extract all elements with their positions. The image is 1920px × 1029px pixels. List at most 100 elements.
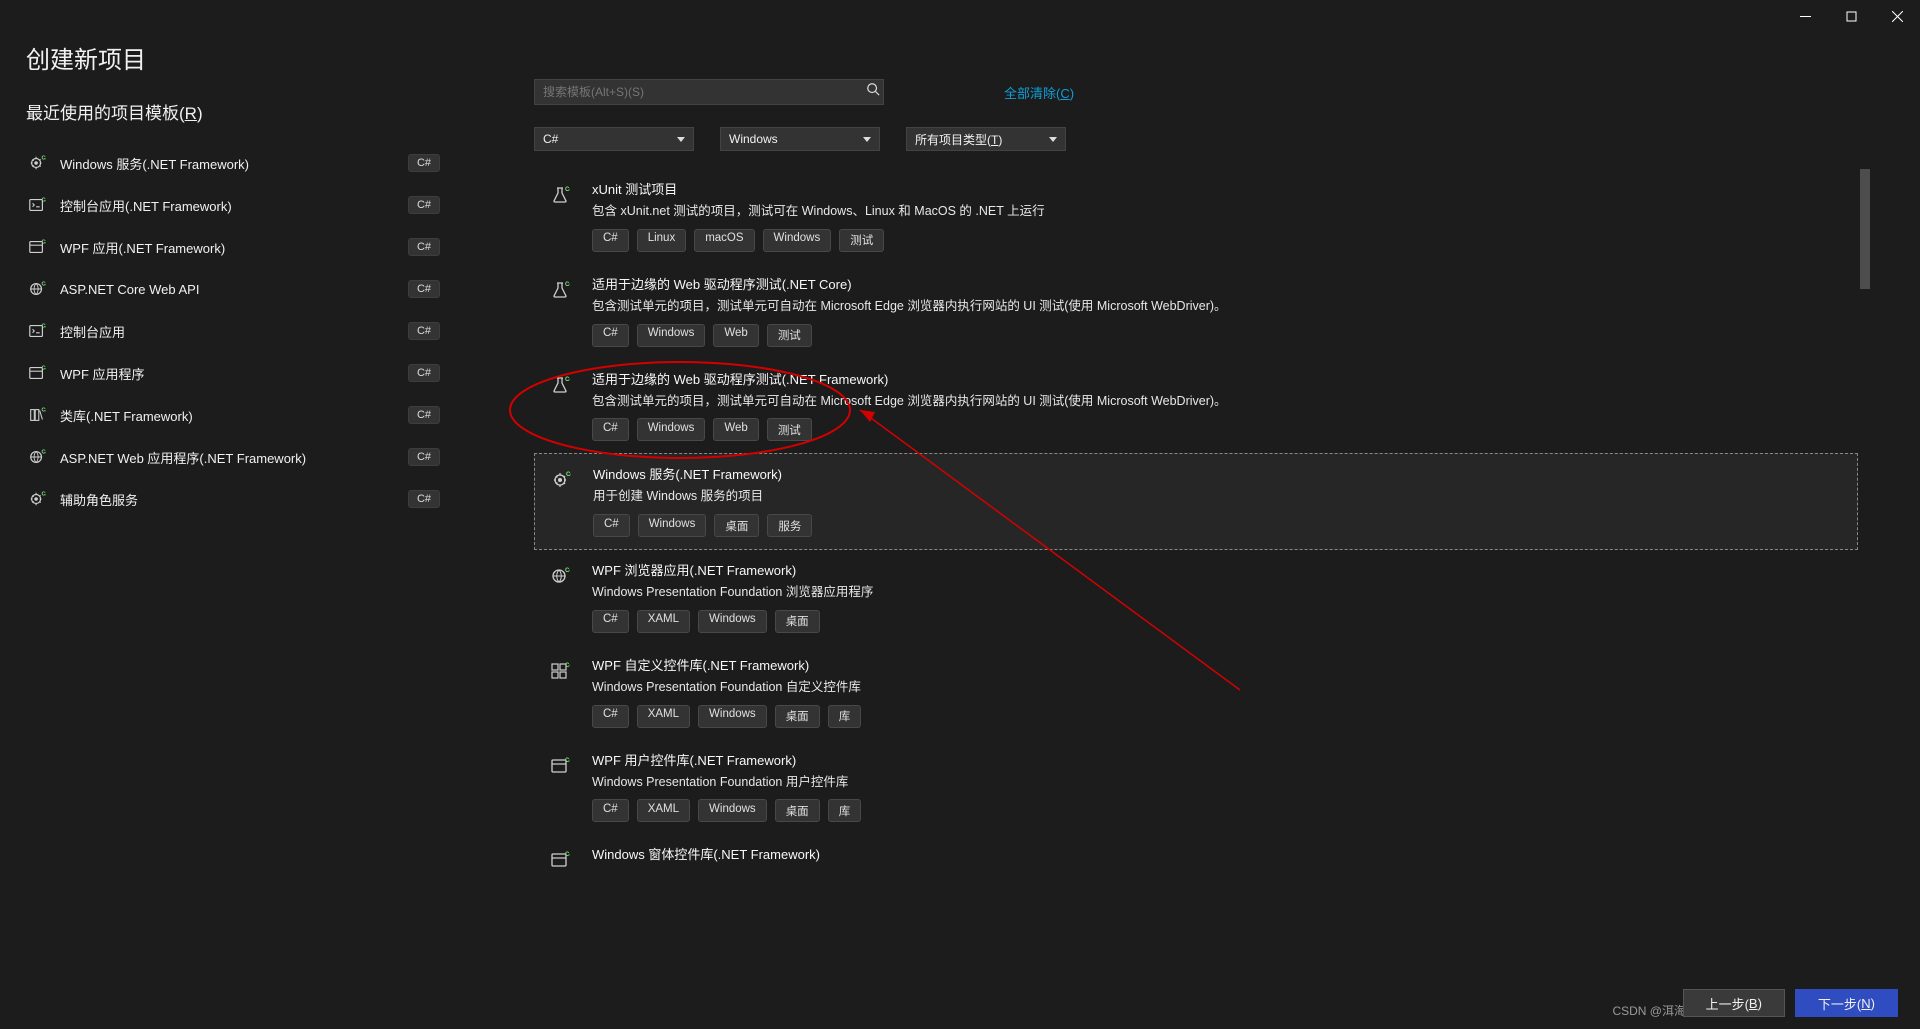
- window-icon: C#: [546, 846, 574, 874]
- tag: Windows: [698, 705, 767, 728]
- svg-text:C#: C#: [565, 187, 570, 193]
- tag: 测试: [767, 418, 812, 441]
- template-desc: 用于创建 Windows 服务的项目: [593, 487, 1845, 506]
- recent-item[interactable]: C#控制台应用(.NET Framework)C#: [26, 184, 444, 226]
- clear-all-link[interactable]: 全部清除(C): [1004, 83, 1074, 102]
- beaker-icon: C#: [546, 371, 574, 399]
- svg-text:C#: C#: [565, 758, 570, 764]
- svg-text:C#: C#: [42, 197, 47, 203]
- template-desc: Windows Presentation Foundation 自定义控件库: [592, 678, 1846, 697]
- tag: 桌面: [714, 514, 759, 537]
- tag: C#: [592, 610, 629, 633]
- recent-item[interactable]: C#辅助角色服务C#: [26, 478, 444, 520]
- tag: Windows: [698, 799, 767, 822]
- recent-item[interactable]: C#ASP.NET Core Web APIC#: [26, 268, 444, 310]
- lang-badge: C#: [408, 238, 440, 256]
- template-desc: 包含 xUnit.net 测试的项目，测试可在 Windows、Linux 和 …: [592, 202, 1846, 221]
- template-item[interactable]: C# Windows 服务(.NET Framework) 用于创建 Windows…: [534, 453, 1858, 550]
- svg-text:C#: C#: [42, 281, 47, 287]
- recent-item[interactable]: C#控制台应用C#: [26, 310, 444, 352]
- recent-item[interactable]: C#ASP.NET Web 应用程序(.NET Framework)C#: [26, 436, 444, 478]
- tag: Windows: [638, 514, 707, 537]
- globe-icon: C#: [26, 446, 48, 468]
- template-title: Windows 服务(.NET Framework): [593, 464, 1845, 483]
- filter-dropdown[interactable]: C#: [534, 127, 694, 151]
- filter-dropdown[interactable]: 所有项目类型(T): [906, 127, 1066, 151]
- search-input[interactable]: [534, 79, 884, 105]
- tag: 桌面: [775, 799, 820, 822]
- template-title: 适用于边缘的 Web 驱动程序测试(.NET Framework): [592, 369, 1846, 388]
- template-title: Windows 窗体控件库(.NET Framework): [592, 844, 1846, 863]
- recent-item[interactable]: C#类库(.NET Framework)C#: [26, 394, 444, 436]
- filter-dropdown[interactable]: Windows: [720, 127, 880, 151]
- recent-item-label: 辅助角色服务: [60, 490, 138, 509]
- svg-text:C#: C#: [566, 472, 571, 478]
- template-item[interactable]: C# 适用于边缘的 Web 驱动程序测试(.NET Framework) 包含测试单…: [534, 359, 1858, 454]
- lang-badge: C#: [408, 154, 440, 172]
- lang-badge: C#: [408, 448, 440, 466]
- scrollbar-thumb[interactable]: [1860, 169, 1870, 289]
- tag: Windows: [763, 229, 832, 252]
- template-desc: 包含测试单元的项目，测试单元可自动在 Microsoft Edge 浏览器内执行…: [592, 297, 1846, 316]
- recent-item-label: Windows 服务(.NET Framework): [60, 154, 249, 173]
- recent-item-label: 类库(.NET Framework): [60, 406, 193, 425]
- back-button[interactable]: 上一步(B): [1683, 989, 1785, 1017]
- console-icon: C#: [26, 194, 48, 216]
- close-button[interactable]: [1874, 0, 1920, 32]
- template-item[interactable]: C# 适用于边缘的 Web 驱动程序测试(.NET Core) 包含测试单元的项目，…: [534, 264, 1858, 359]
- tag: Web: [713, 418, 758, 441]
- template-item[interactable]: C#WPF 浏览器应用(.NET Framework)Windows Prese…: [534, 550, 1858, 645]
- controls-icon: C#: [546, 657, 574, 685]
- template-item[interactable]: C# Windows 窗体控件库(.NET Framework): [534, 834, 1858, 886]
- tag: C#: [592, 799, 629, 822]
- gear-icon: C#: [26, 488, 48, 510]
- tag: C#: [592, 705, 629, 728]
- minimize-button[interactable]: [1782, 0, 1828, 32]
- recent-item-label: WPF 应用程序: [60, 364, 145, 383]
- tag: Linux: [637, 229, 687, 252]
- svg-text:C#: C#: [565, 852, 570, 858]
- beaker-icon: C#: [546, 276, 574, 304]
- tag: C#: [592, 324, 629, 347]
- tag: C#: [593, 514, 630, 537]
- tag: Windows: [698, 610, 767, 633]
- maximize-button[interactable]: [1828, 0, 1874, 32]
- next-button[interactable]: 下一步(N): [1795, 989, 1898, 1017]
- template-item[interactable]: C# WPF 用户控件库(.NET Framework) Windows Prese…: [534, 740, 1858, 835]
- lang-badge: C#: [408, 406, 440, 424]
- tag: XAML: [637, 799, 690, 822]
- svg-text:C#: C#: [42, 239, 47, 245]
- template-desc: Windows Presentation Foundation 用户控件库: [592, 773, 1846, 792]
- tag: 桌面: [775, 610, 820, 633]
- svg-text:C#: C#: [565, 282, 570, 288]
- recent-item-label: WPF 应用(.NET Framework): [60, 238, 225, 257]
- tag: C#: [592, 229, 629, 252]
- chevron-down-icon: [677, 137, 685, 142]
- svg-text:C#: C#: [42, 155, 47, 161]
- recent-item[interactable]: C# WPF 应用(.NET Framework) C#: [26, 226, 444, 268]
- search-icon[interactable]: [866, 82, 880, 101]
- chevron-down-icon: [1049, 137, 1057, 142]
- window-icon: C#: [26, 362, 48, 384]
- tag: 测试: [767, 324, 812, 347]
- template-title: WPF 用户控件库(.NET Framework): [592, 750, 1846, 769]
- filter-label: C#: [543, 132, 558, 146]
- svg-text:C#: C#: [42, 449, 47, 455]
- tag: C#: [592, 418, 629, 441]
- beaker-icon: C#: [546, 181, 574, 209]
- svg-text:C#: C#: [42, 323, 47, 329]
- tag: Windows: [637, 418, 706, 441]
- scrollbar[interactable]: [1858, 169, 1872, 789]
- template-item[interactable]: C# xUnit 测试项目包含 xUnit.net 测试的项目，测试可在 Wind…: [534, 169, 1858, 264]
- template-item[interactable]: C#WPF 自定义控件库(.NET Framework)Windows Pres…: [534, 645, 1858, 740]
- recent-item-label: 控制台应用(.NET Framework): [60, 196, 232, 215]
- template-title: 适用于边缘的 Web 驱动程序测试(.NET Core): [592, 274, 1846, 293]
- template-title: xUnit 测试项目: [592, 179, 1846, 198]
- svg-text:C#: C#: [42, 365, 47, 371]
- recent-item[interactable]: C#WPF 应用程序C#: [26, 352, 444, 394]
- recent-item[interactable]: C# Windows 服务(.NET Framework) C#: [26, 142, 444, 184]
- gear-icon: C#: [26, 152, 48, 174]
- template-desc: 包含测试单元的项目，测试单元可自动在 Microsoft Edge 浏览器内执行…: [592, 392, 1846, 411]
- window-icon: C#: [26, 236, 48, 258]
- tag: Web: [713, 324, 758, 347]
